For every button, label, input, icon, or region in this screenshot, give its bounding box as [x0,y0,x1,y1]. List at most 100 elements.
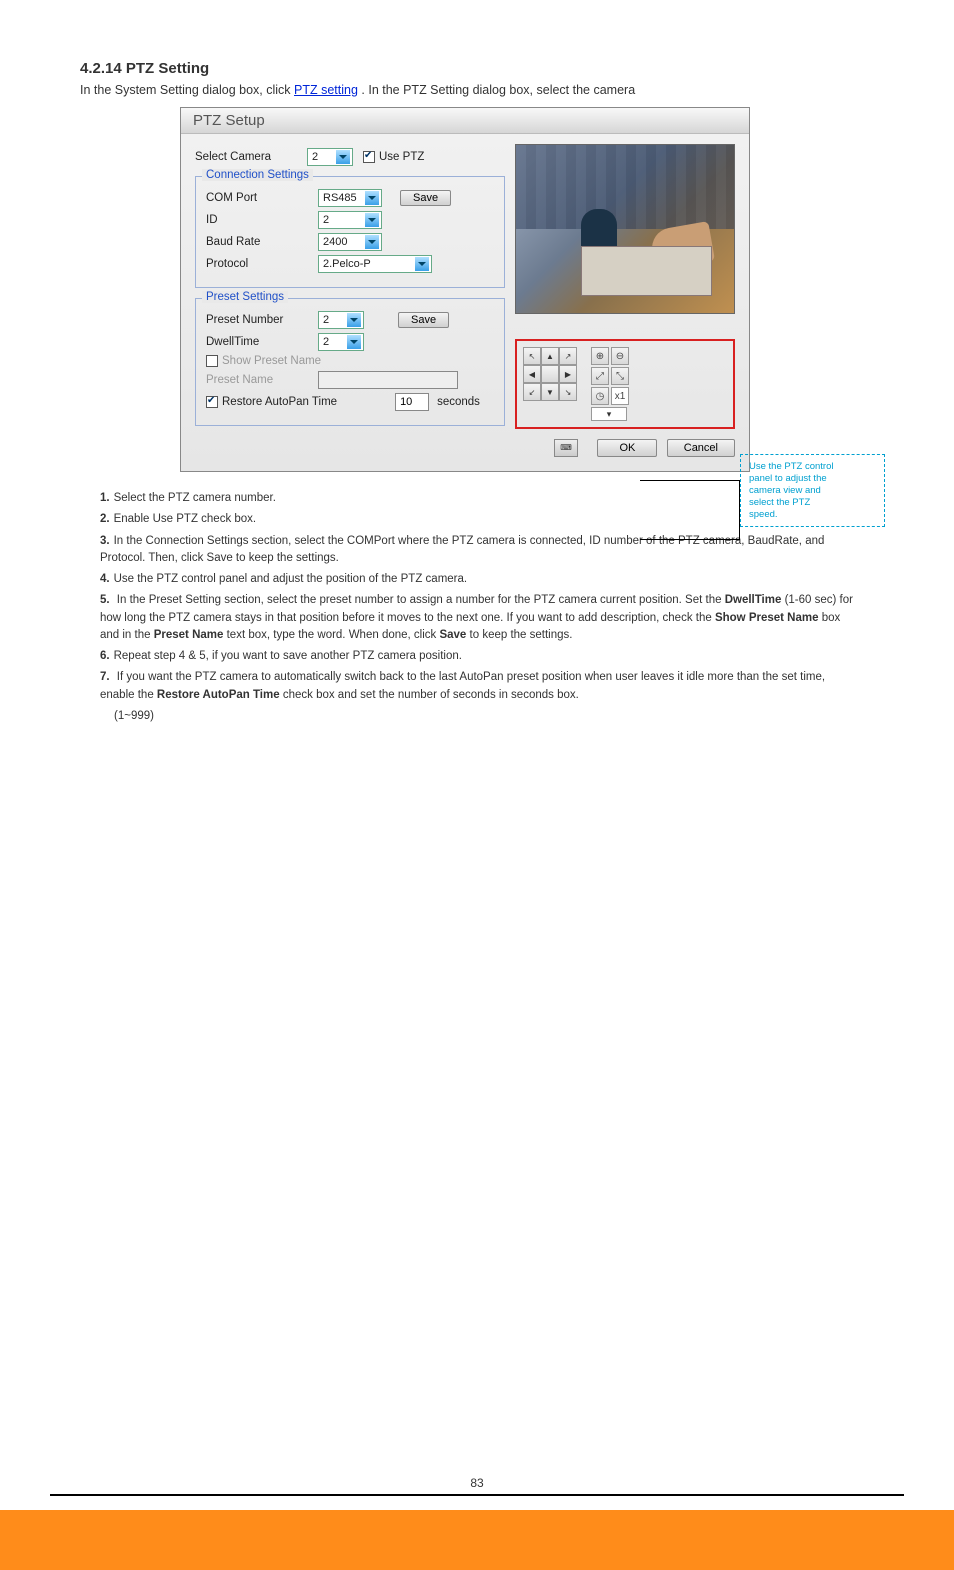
chevron-down-icon [365,213,379,227]
step2-num: 2. [100,513,110,525]
callout-connector [640,480,740,540]
chevron-down-icon [336,150,350,164]
speed-dropdown[interactable]: ▾ [591,407,627,421]
com-port-label: COM Port [206,192,318,204]
id-value: 2 [323,214,363,226]
step7-after: check box and set the number of seconds … [283,689,579,701]
chevron-down-icon [365,191,379,205]
zoom-in-icon[interactable]: ⊕ [591,347,609,365]
preset-settings-legend: Preset Settings [202,291,288,303]
use-ptz-label: Use PTZ [379,151,424,163]
step5-before: In the Preset Setting section, select th… [117,594,725,606]
com-port-dropdown[interactable]: RS485 [318,189,382,207]
intro-after: . In the PTZ Setting dialog box, select … [361,83,635,97]
preset-save-button[interactable]: Save [398,312,449,328]
select-camera-value: 2 [312,151,334,163]
show-preset-name-label: Show Preset Name [222,355,321,367]
restore-autopan-unit: seconds [437,396,480,408]
dpad-up-left[interactable]: ↖ [523,347,541,365]
preset-settings-group: Preset Settings Preset Number 2 Save Dwe… [195,298,505,426]
focus-near-icon[interactable]: ⤢ [591,367,609,385]
step5-mid3: text box, type the word. When done, clic… [227,629,440,641]
com-port-value: RS485 [323,192,363,204]
select-camera-label: Select Camera [195,151,307,163]
footer-bar: 83 [0,1510,954,1570]
chevron-down-icon [415,257,429,271]
connection-settings-legend: Connection Settings [202,169,313,181]
baud-rate-value: 2400 [323,236,363,248]
connection-save-button[interactable]: Save [400,190,451,206]
callout-line3: camera view and [749,485,876,497]
step5-show: Show Preset Name [715,612,819,624]
speed-value: x1 [611,387,629,405]
chevron-down-icon [365,235,379,249]
dpad-down-left[interactable]: ↙ [523,383,541,401]
step5-pname: Preset Name [154,629,224,641]
chevron-down-icon [347,335,361,349]
step5-num: 5. [100,594,110,606]
step3-num: 3. [100,535,110,547]
callout-line1: Use the PTZ control [749,461,876,473]
step5-save: Save [439,629,466,641]
dpad-down[interactable]: ▼ [541,383,559,401]
cancel-button[interactable]: Cancel [667,439,735,457]
baud-rate-label: Baud Rate [206,236,318,248]
ok-button[interactable]: OK [597,439,657,457]
dwell-time-value: 2 [323,336,345,348]
dpad-left[interactable]: ◀ [523,365,541,383]
dpad-up-right[interactable]: ↗ [559,347,577,365]
dialog-title: PTZ Setup [181,108,749,134]
preset-number-value: 2 [323,314,345,326]
preset-name-input[interactable] [318,371,458,389]
preset-name-label: Preset Name [206,374,318,386]
dpad-up[interactable]: ▲ [541,347,559,365]
step4-text: Use the PTZ control panel and adjust the… [114,573,468,585]
step1-text: Select the PTZ camera number. [114,492,276,504]
step4-num: 4. [100,573,110,585]
select-camera-dropdown[interactable]: 2 [307,148,353,166]
id-dropdown[interactable]: 2 [318,211,382,229]
callout-line2: panel to adjust the [749,473,876,485]
callout-line4: select the PTZ [749,497,876,509]
step6-text: Repeat step 4 & 5, if you want to save a… [114,650,462,662]
section-title: 4.2.14 PTZ Setting [80,60,874,77]
protocol-label: Protocol [206,258,318,270]
preset-number-dropdown[interactable]: 2 [318,311,364,329]
id-label: ID [206,214,318,226]
connection-settings-group: Connection Settings COM Port RS485 Save … [195,176,505,288]
focus-far-icon[interactable]: ⤡ [611,367,629,385]
ptz-control-panel: ↖ ▲ ↗ ◀ ▶ ↙ ▼ ↘ ⊕ [515,339,735,429]
step7-num: 7. [100,671,110,683]
zoom-out-icon[interactable]: ⊖ [611,347,629,365]
restore-autopan-seconds-input[interactable] [395,393,429,411]
section-intro: In the System Setting dialog box, click … [80,83,874,97]
show-preset-name-checkbox[interactable] [206,355,218,367]
preset-number-label: Preset Number [206,314,318,326]
page-number: 83 [470,1476,483,1490]
intro-before: In the System Setting dialog box, click [80,83,294,97]
callout-box: Use the PTZ control panel to adjust the … [740,454,885,527]
use-ptz-checkbox[interactable] [363,151,375,163]
callout-line5: speed. [749,509,876,521]
ptz-setting-link[interactable]: PTZ setting [294,83,358,97]
protocol-dropdown[interactable]: 2.Pelco-P [318,255,432,273]
step5-dwell: DwellTime [725,594,782,606]
dwell-time-label: DwellTime [206,336,318,348]
camera-preview [515,144,735,314]
dwell-time-dropdown[interactable]: 2 [318,333,364,351]
dpad-right[interactable]: ▶ [559,365,577,383]
ptz-zoom-grid: ⊕ ⊖ ⤢ ⤡ ◷ x1 [591,347,629,405]
baud-rate-dropdown[interactable]: 2400 [318,233,382,251]
step7-rest: Restore AutoPan Time [157,689,280,701]
protocol-value: 2.Pelco-P [323,258,413,270]
restore-autopan-label: Restore AutoPan Time [222,396,337,408]
speed-icon[interactable]: ◷ [591,387,609,405]
chevron-down-icon [347,313,361,327]
step5-after: to keep the settings. [470,629,573,641]
step1-num: 1. [100,492,110,504]
keyboard-icon[interactable]: ⌨ [554,439,578,457]
ptz-setup-dialog: PTZ Setup Select Camera 2 Use PTZ Connec… [180,107,750,472]
restore-autopan-checkbox[interactable] [206,396,218,408]
dpad-center[interactable] [541,365,559,383]
dpad-down-right[interactable]: ↘ [559,383,577,401]
